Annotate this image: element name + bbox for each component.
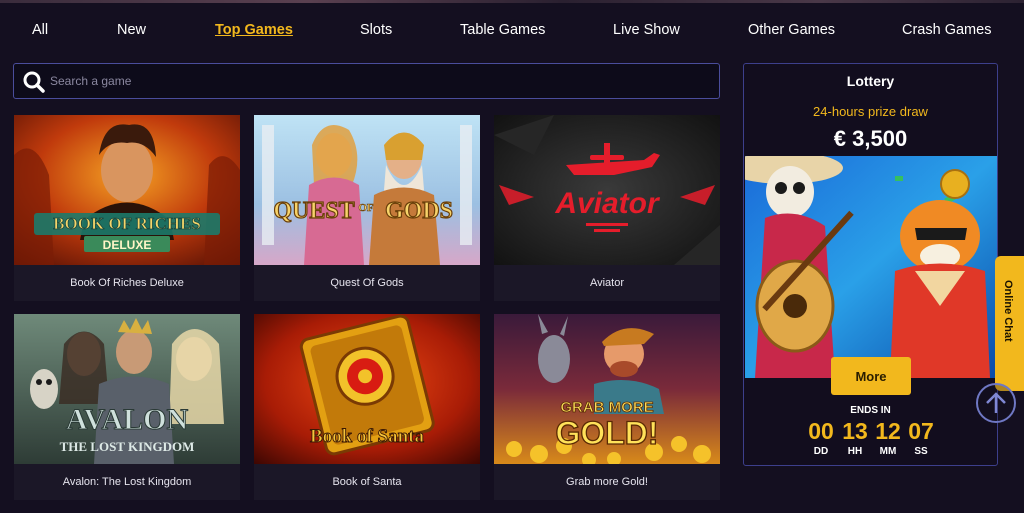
game-card-avalon[interactable]: AVALON THE LOST KINGDOM Avalon: The Lost… <box>14 314 240 500</box>
art-title-gods: GODS <box>385 198 453 224</box>
art-title-of: OF <box>358 202 374 214</box>
game-thumbnail: BOOK OF RICHES DELUXE <box>14 115 240 265</box>
game-thumbnail: Aviator <box>494 115 720 265</box>
tab-other-games[interactable]: Other Games <box>748 22 835 38</box>
tab-new[interactable]: New <box>117 22 146 38</box>
tab-slots[interactable]: Slots <box>360 22 392 38</box>
lottery-title: Lottery <box>846 73 895 89</box>
game-title: Avalon: The Lost Kingdom <box>62 476 192 488</box>
scroll-to-top-button[interactable] <box>976 383 1016 423</box>
category-nav: All New Top Games Slots Table Games Live… <box>0 12 1024 50</box>
art-title-top: GRAB MORE <box>560 399 653 416</box>
countdown-seconds: 07 <box>908 418 934 444</box>
art-title: AVALON <box>66 403 189 436</box>
art-title-bottom: GOLD! <box>555 415 658 451</box>
ends-in-label: ENDS IN <box>850 405 891 416</box>
tab-crash-games[interactable]: Crash Games <box>902 22 991 38</box>
search-icon[interactable] <box>22 70 46 94</box>
tab-all[interactable]: All <box>32 22 48 38</box>
game-card-aviator[interactable]: Aviator Aviator <box>494 115 720 301</box>
online-chat-label: Online Chat <box>1002 280 1014 342</box>
art-title: Book of Santa <box>310 426 425 447</box>
search-input[interactable] <box>50 69 710 93</box>
game-title: Aviator <box>589 277 625 289</box>
tab-table-games[interactable]: Table Games <box>460 22 545 38</box>
lottery-artwork <box>745 156 997 378</box>
tab-top-games[interactable]: Top Games <box>215 22 293 38</box>
search-bar <box>13 63 720 99</box>
game-title: Book Of Riches Deluxe <box>70 277 184 289</box>
lottery-subtitle: 24-hours prize draw <box>813 104 928 119</box>
lottery-panel: Lottery 24-hours prize draw € 3,500 More… <box>743 63 998 466</box>
game-title: Book of Santa <box>332 476 402 488</box>
game-card-grab-more-gold[interactable]: GRAB MORE GOLD! Grab more Gold! <box>494 314 720 500</box>
art-title-quest: QUEST <box>273 198 354 224</box>
tab-live-show[interactable]: Live Show <box>613 22 680 38</box>
game-thumbnail: Book of Santa <box>254 314 480 464</box>
game-thumbnail: QUEST OF GODS <box>254 115 480 265</box>
game-card-book-of-riches-deluxe[interactable]: BOOK OF RICHES DELUXE Book Of Riches Del… <box>14 115 240 301</box>
art-title: Aviator <box>554 187 661 220</box>
online-chat-tab[interactable]: Online Chat <box>995 256 1024 391</box>
lottery-prize: € 3,500 <box>833 126 908 151</box>
countdown-seconds-unit: SS <box>914 446 928 457</box>
game-title: Quest Of Gods <box>330 277 404 289</box>
more-button[interactable]: More <box>831 357 911 395</box>
game-thumbnail: GRAB MORE GOLD! <box>494 314 720 464</box>
arrow-up-icon <box>986 392 1006 413</box>
game-card-quest-of-gods[interactable]: QUEST OF GODS Quest Of Gods <box>254 115 480 301</box>
art-subtitle: THE LOST KINGDOM <box>60 439 195 454</box>
game-title: Grab more Gold! <box>566 476 648 488</box>
top-banner-strip <box>0 0 1024 3</box>
art-subtitle: DELUXE <box>103 238 152 252</box>
art-title: BOOK OF RICHES <box>53 214 201 233</box>
game-card-book-of-santa[interactable]: Book of Santa Book of Santa <box>254 314 480 500</box>
game-thumbnail: AVALON THE LOST KINGDOM <box>14 314 240 464</box>
